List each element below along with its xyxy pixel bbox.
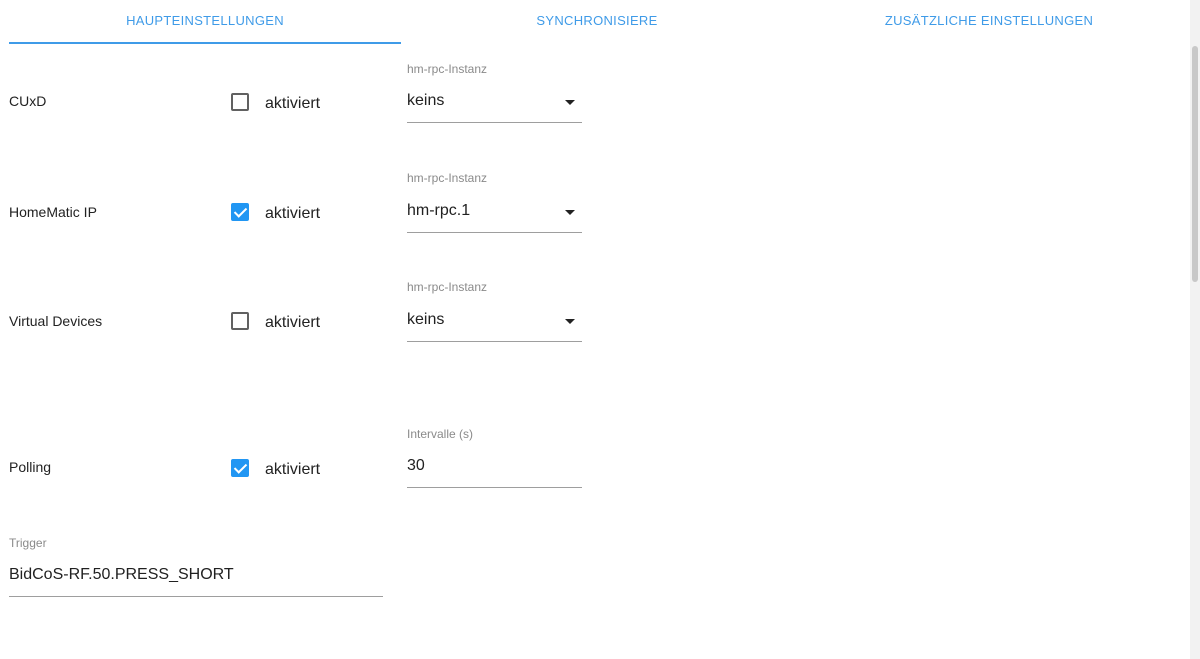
trigger-label: Trigger (9, 536, 47, 550)
trigger-input[interactable]: BidCoS-RF.50.PRESS_SHORT (9, 566, 383, 597)
tab-zusaetzliche-einstellungen[interactable]: ZUSÄTZLICHE EINSTELLUNGEN (793, 0, 1185, 44)
polling-interval-value: 30 (407, 457, 425, 474)
homematic-ip-checkbox-label: aktiviert (265, 205, 321, 222)
cuxd-instance-select[interactable]: keins (407, 92, 582, 123)
dropdown-arrow-icon (565, 210, 575, 215)
vertical-scrollbar[interactable] (1190, 0, 1200, 659)
tab-haupteinstellungen[interactable]: HAUPTEINSTELLUNGEN (9, 0, 401, 44)
polling-interval-label: Intervalle (s) (407, 427, 474, 441)
dropdown-arrow-icon (565, 100, 575, 105)
cuxd-checkbox[interactable] (231, 93, 249, 111)
scrollbar-thumb[interactable] (1192, 46, 1198, 282)
homematic-ip-instance-select[interactable]: hm-rpc.1 (407, 202, 582, 233)
virtual-devices-checkbox-label: aktiviert (265, 314, 321, 331)
cuxd-label: CUxD (9, 93, 47, 109)
homematic-ip-label: HomeMatic IP (9, 204, 97, 220)
polling-label: Polling (9, 459, 52, 475)
virtual-devices-instance-label: hm-rpc-Instanz (407, 280, 488, 294)
tab-synchronisiere[interactable]: SYNCHRONISIERE (401, 0, 793, 44)
trigger-value: BidCoS-RF.50.PRESS_SHORT (9, 566, 234, 583)
virtual-devices-instance-select[interactable]: keins (407, 311, 582, 342)
polling-checkbox-label: aktiviert (265, 461, 321, 478)
homematic-ip-instance-value: hm-rpc.1 (407, 202, 471, 219)
dropdown-arrow-icon (565, 319, 575, 324)
virtual-devices-checkbox[interactable] (231, 312, 249, 330)
homematic-ip-checkbox[interactable] (231, 203, 249, 221)
homematic-ip-instance-label: hm-rpc-Instanz (407, 171, 488, 185)
cuxd-instance-label: hm-rpc-Instanz (407, 62, 488, 76)
virtual-devices-label: Virtual Devices (9, 313, 103, 329)
cuxd-instance-value: keins (407, 92, 445, 109)
tab-bar: HAUPTEINSTELLUNGEN SYNCHRONISIERE ZUSÄTZ… (0, 0, 1190, 44)
virtual-devices-instance-value: keins (407, 311, 445, 328)
cuxd-checkbox-label: aktiviert (265, 95, 321, 112)
polling-interval-input[interactable]: 30 (407, 457, 582, 488)
polling-checkbox[interactable] (231, 459, 249, 477)
